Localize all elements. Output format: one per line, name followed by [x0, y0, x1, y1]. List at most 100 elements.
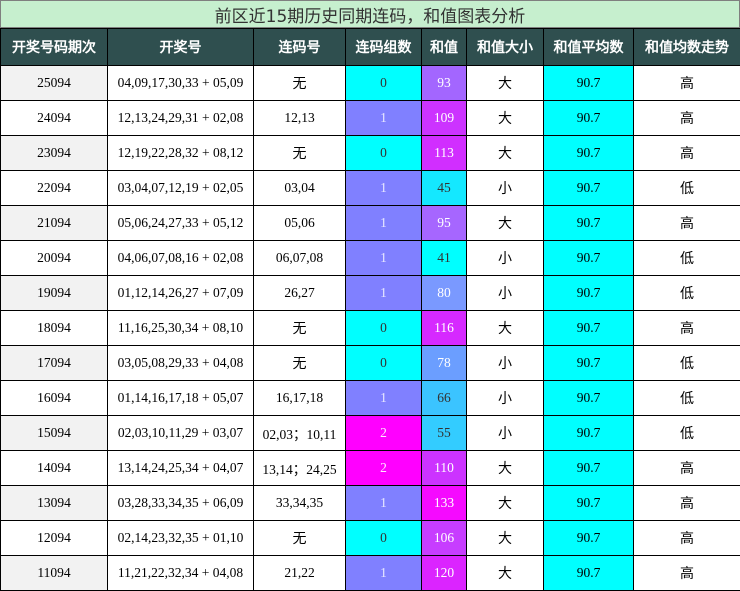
cell-sum: 116: [422, 311, 467, 346]
analysis-sheet: 前区近15期历史同期连码，和值图表分析 开奖号码期次 开奖号 连码号 连码组数 …: [0, 0, 740, 590]
cell-size: 大: [467, 556, 544, 591]
cell-size: 大: [467, 206, 544, 241]
cell-numbers: 03,05,08,29,33 + 04,08: [108, 346, 254, 381]
cell-numbers: 04,06,07,08,16 + 02,08: [108, 241, 254, 276]
cell-trend: 高: [634, 311, 740, 346]
cell-trend: 高: [634, 521, 740, 556]
header-avg: 和值平均数: [544, 29, 634, 66]
cell-size: 大: [467, 101, 544, 136]
table-row: 1409413,14,24,25,34 + 04,0713,14；24,2521…: [1, 451, 740, 486]
cell-avg: 90.7: [544, 451, 634, 486]
table-row: 2409412,13,24,29,31 + 02,0812,131109大90.…: [1, 101, 740, 136]
sheet-title: 前区近15期历史同期连码，和值图表分析: [0, 0, 740, 28]
table-row: 1309403,28,33,34,35 + 06,0933,34,351133大…: [1, 486, 740, 521]
table-row: 2009404,06,07,08,16 + 02,0806,07,08141小9…: [1, 241, 740, 276]
header-row: 开奖号码期次 开奖号 连码号 连码组数 和值 和值大小 和值平均数 和值均数走势: [1, 29, 740, 66]
cell-avg: 90.7: [544, 206, 634, 241]
cell-trend: 高: [634, 136, 740, 171]
cell-issue: 19094: [1, 276, 108, 311]
cell-numbers: 04,09,17,30,33 + 05,09: [108, 66, 254, 101]
cell-avg: 90.7: [544, 66, 634, 101]
cell-size: 大: [467, 486, 544, 521]
history-table: 开奖号码期次 开奖号 连码号 连码组数 和值 和值大小 和值平均数 和值均数走势…: [0, 28, 740, 591]
cell-trend: 低: [634, 416, 740, 451]
header-sum: 和值: [422, 29, 467, 66]
cell-consec: 26,27: [254, 276, 346, 311]
header-trend: 和值均数走势: [634, 29, 740, 66]
cell-avg: 90.7: [544, 136, 634, 171]
cell-sum: 93: [422, 66, 467, 101]
cell-consec: 05,06: [254, 206, 346, 241]
cell-sum: 80: [422, 276, 467, 311]
cell-consec: 无: [254, 346, 346, 381]
cell-numbers: 03,28,33,34,35 + 06,09: [108, 486, 254, 521]
cell-groups: 1: [346, 486, 422, 521]
cell-numbers: 02,03,10,11,29 + 03,07: [108, 416, 254, 451]
cell-numbers: 11,16,25,30,34 + 08,10: [108, 311, 254, 346]
cell-groups: 1: [346, 276, 422, 311]
table-row: 2509404,09,17,30,33 + 05,09无093大90.7高: [1, 66, 740, 101]
cell-issue: 18094: [1, 311, 108, 346]
cell-groups: 1: [346, 381, 422, 416]
table-row: 1609401,14,16,17,18 + 05,0716,17,18166小9…: [1, 381, 740, 416]
cell-sum: 110: [422, 451, 467, 486]
cell-issue: 25094: [1, 66, 108, 101]
cell-avg: 90.7: [544, 311, 634, 346]
cell-consec: 16,17,18: [254, 381, 346, 416]
cell-sum: 133: [422, 486, 467, 521]
cell-issue: 24094: [1, 101, 108, 136]
table-row: 1909401,12,14,26,27 + 07,0926,27180小90.7…: [1, 276, 740, 311]
cell-consec: 03,04: [254, 171, 346, 206]
cell-trend: 低: [634, 171, 740, 206]
cell-groups: 1: [346, 101, 422, 136]
cell-numbers: 01,14,16,17,18 + 05,07: [108, 381, 254, 416]
table-row: 2109405,06,24,27,33 + 05,1205,06195大90.7…: [1, 206, 740, 241]
cell-size: 大: [467, 136, 544, 171]
cell-issue: 16094: [1, 381, 108, 416]
cell-consec: 33,34,35: [254, 486, 346, 521]
cell-sum: 106: [422, 521, 467, 556]
cell-numbers: 12,19,22,28,32 + 08,12: [108, 136, 254, 171]
cell-size: 小: [467, 346, 544, 381]
table-row: 1809411,16,25,30,34 + 08,10无0116大90.7高: [1, 311, 740, 346]
cell-avg: 90.7: [544, 486, 634, 521]
cell-sum: 55: [422, 416, 467, 451]
cell-trend: 低: [634, 381, 740, 416]
table-row: 1109411,21,22,32,34 + 04,0821,221120大90.…: [1, 556, 740, 591]
cell-trend: 高: [634, 101, 740, 136]
cell-consec: 02,03；10,11: [254, 416, 346, 451]
cell-sum: 66: [422, 381, 467, 416]
cell-trend: 高: [634, 206, 740, 241]
cell-avg: 90.7: [544, 416, 634, 451]
cell-trend: 高: [634, 66, 740, 101]
cell-size: 小: [467, 276, 544, 311]
cell-size: 小: [467, 416, 544, 451]
cell-issue: 17094: [1, 346, 108, 381]
cell-numbers: 05,06,24,27,33 + 05,12: [108, 206, 254, 241]
cell-numbers: 03,04,07,12,19 + 02,05: [108, 171, 254, 206]
cell-groups: 2: [346, 416, 422, 451]
cell-groups: 1: [346, 556, 422, 591]
cell-consec: 无: [254, 66, 346, 101]
cell-groups: 0: [346, 136, 422, 171]
cell-size: 小: [467, 171, 544, 206]
cell-issue: 14094: [1, 451, 108, 486]
cell-size: 小: [467, 241, 544, 276]
cell-issue: 23094: [1, 136, 108, 171]
cell-issue: 22094: [1, 171, 108, 206]
cell-groups: 1: [346, 206, 422, 241]
table-row: 1709403,05,08,29,33 + 04,08无078小90.7低: [1, 346, 740, 381]
cell-size: 小: [467, 381, 544, 416]
header-numbers: 开奖号: [108, 29, 254, 66]
header-size: 和值大小: [467, 29, 544, 66]
cell-consec: 21,22: [254, 556, 346, 591]
cell-sum: 109: [422, 101, 467, 136]
cell-trend: 低: [634, 241, 740, 276]
cell-groups: 1: [346, 241, 422, 276]
cell-size: 大: [467, 311, 544, 346]
cell-sum: 45: [422, 171, 467, 206]
header-groups: 连码组数: [346, 29, 422, 66]
cell-sum: 120: [422, 556, 467, 591]
cell-issue: 21094: [1, 206, 108, 241]
cell-groups: 0: [346, 311, 422, 346]
